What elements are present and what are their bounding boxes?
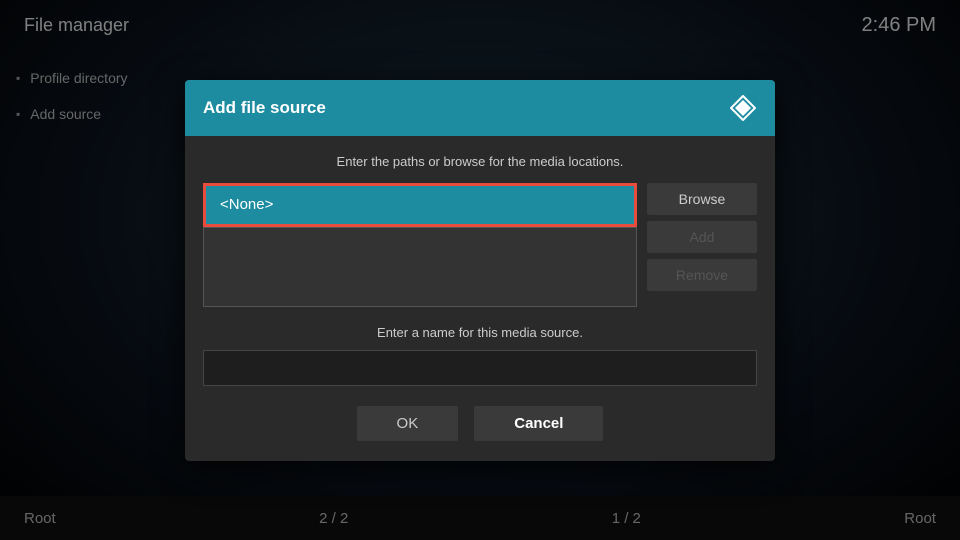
add-file-source-dialog: Add file source Enter the paths or brows… (185, 80, 775, 461)
browse-button[interactable]: Browse (647, 183, 757, 215)
modal-body: Enter the paths or browse for the media … (185, 136, 775, 461)
source-row: <None> Browse Add Remove (203, 183, 757, 307)
ok-button[interactable]: OK (357, 406, 459, 441)
close-button[interactable] (729, 94, 757, 122)
modal-header: Add file source (185, 80, 775, 136)
modal-overlay: Add file source Enter the paths or brows… (0, 0, 960, 540)
remove-button[interactable]: Remove (647, 259, 757, 291)
name-input[interactable] (203, 350, 757, 386)
modal-title: Add file source (203, 98, 326, 118)
add-button[interactable]: Add (647, 221, 757, 253)
source-buttons: Browse Add Remove (647, 183, 757, 291)
source-paths: <None> (203, 183, 637, 307)
name-section: Enter a name for this media source. (203, 325, 757, 386)
modal-instruction: Enter the paths or browse for the media … (203, 154, 757, 169)
cancel-button[interactable]: Cancel (474, 406, 603, 441)
modal-footer: OK Cancel (203, 406, 757, 441)
source-input-empty (203, 227, 637, 307)
source-input-active[interactable]: <None> (203, 183, 637, 227)
kodi-logo-icon (730, 95, 756, 121)
name-instruction: Enter a name for this media source. (203, 325, 757, 340)
source-none-label: <None> (220, 196, 273, 213)
